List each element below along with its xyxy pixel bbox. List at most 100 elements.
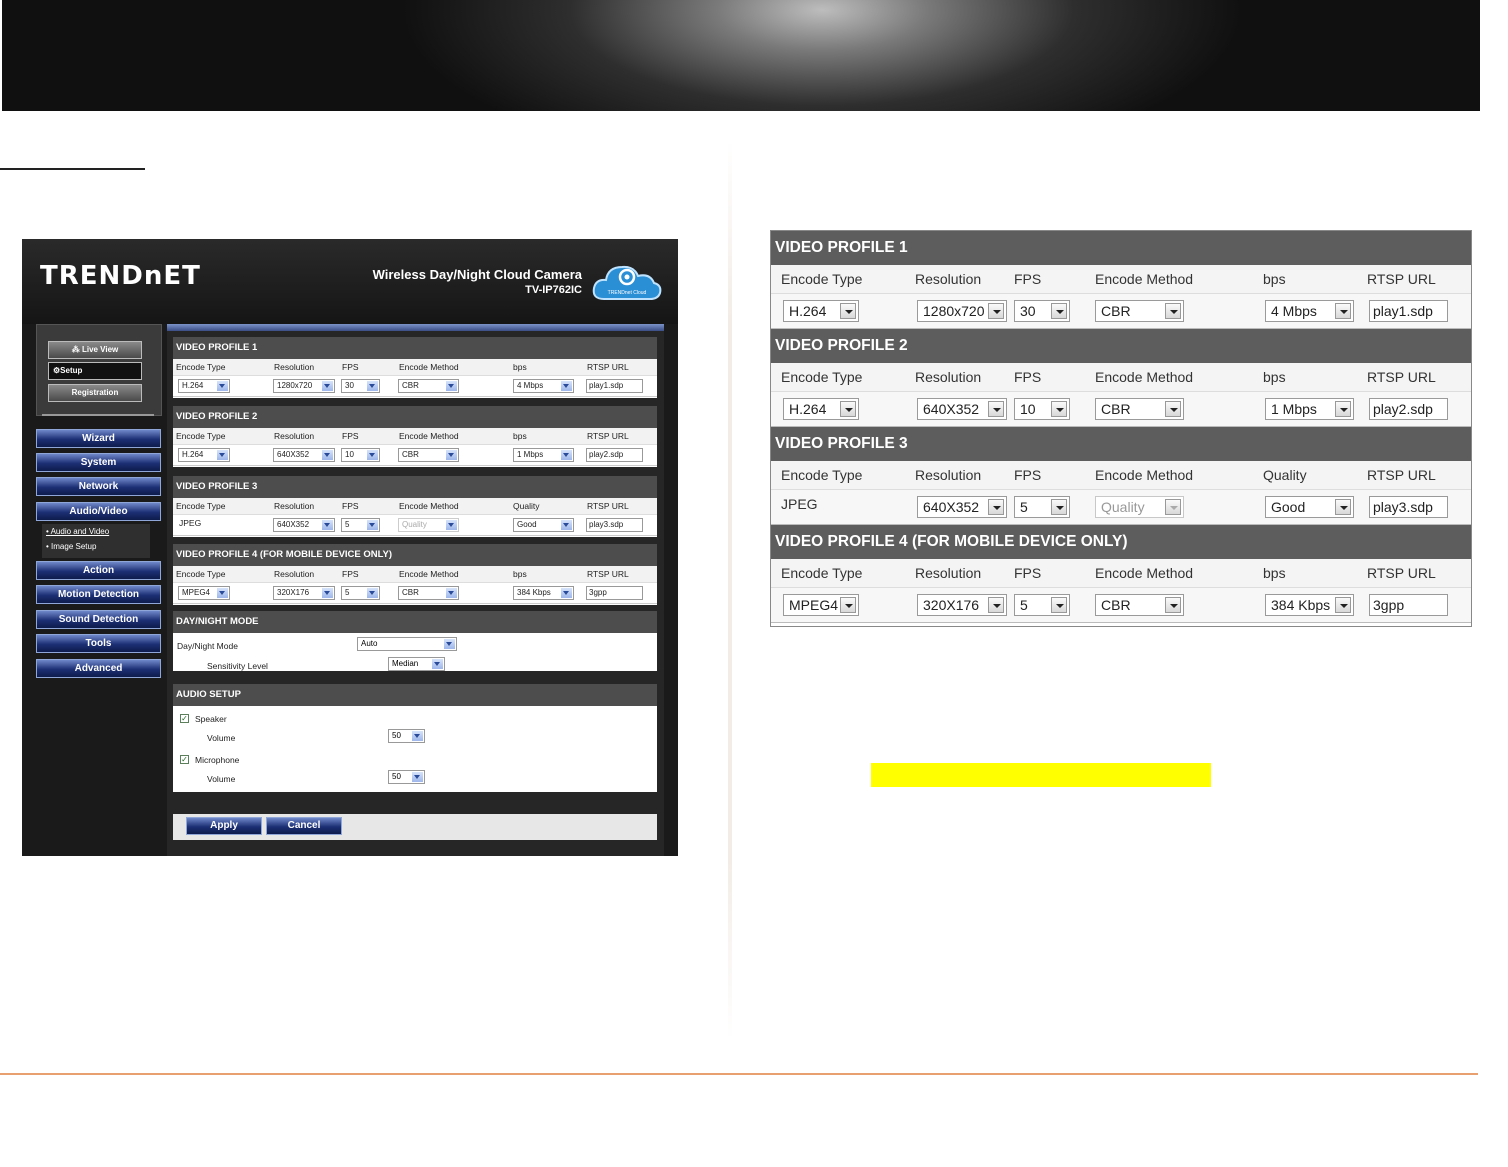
chevron-down-icon — [446, 520, 457, 530]
zoom-profile-1: VIDEO PROFILE 1 Encode Type Resolution FPS E… — [771, 231, 1471, 329]
nav-motion-detection[interactable]: Motion Detection — [36, 585, 161, 604]
nav-advanced[interactable]: Advanced — [36, 659, 161, 678]
resolution-select[interactable]: 1280x720 — [273, 379, 335, 393]
rtsp-url-input[interactable]: 3gpp — [586, 586, 643, 600]
day-night-mode-label: Day/Night Mode — [177, 641, 238, 651]
cancel-button[interactable]: Cancel — [266, 817, 342, 835]
nav-action[interactable]: Action — [36, 561, 161, 580]
encode-method-select[interactable]: CBR — [1095, 398, 1184, 420]
encode-method-select[interactable]: CBR — [398, 586, 459, 600]
profile-title: VIDEO PROFILE 2 — [771, 329, 1471, 363]
column-header: Encode Method — [399, 501, 459, 511]
encode-type-select[interactable]: H.264 — [178, 448, 230, 462]
live-view-button[interactable]: ⁂ Live View — [48, 341, 142, 359]
encode-method-select[interactable]: CBR — [1095, 594, 1184, 616]
resolution-select[interactable]: 640X352 — [917, 398, 1007, 420]
profile-3-section: VIDEO PROFILE 3 Encode Type Resolution FPS E… — [173, 476, 657, 537]
subnav-audio-and-video[interactable]: • Audio and Video — [42, 524, 150, 539]
bitrate-select-value: 1 Mbps — [1271, 401, 1317, 417]
fps-select[interactable]: 10 — [341, 448, 380, 462]
speaker-volume-value: 50 — [392, 731, 401, 740]
fps-select[interactable]: 30 — [1014, 300, 1070, 322]
column-header: Encode Type — [176, 431, 226, 441]
fps-select[interactable]: 30 — [341, 379, 380, 393]
rtsp-url-input[interactable]: play3.sdp — [1369, 496, 1448, 518]
nav-sound-detection[interactable]: Sound Detection — [36, 610, 161, 629]
rtsp-url-input[interactable]: play2.sdp — [1369, 398, 1448, 420]
fps-select[interactable]: 5 — [341, 518, 380, 532]
nav-network[interactable]: Network — [36, 477, 161, 496]
speaker-volume-select[interactable]: 50 — [388, 729, 425, 743]
fps-select[interactable]: 5 — [1014, 496, 1070, 518]
bitrate-select-value: 384 Kbps — [1271, 597, 1331, 613]
profile-values-row: MPEG4 320X176 5 CBR 384 Kbps 3gpp — [771, 588, 1471, 623]
document-page: TRENDnET Wireless Day/Night Cloud Camera… — [0, 0, 1508, 1167]
chevron-down-icon — [1335, 401, 1351, 417]
resolution-select-value: 1280x720 — [923, 303, 985, 319]
bitrate-select[interactable]: 4 Mbps — [513, 379, 574, 393]
profile-values-row: H.264 640X352 10 CBR 1 Mbps play2.sdp — [771, 392, 1471, 427]
microphone-checkbox[interactable]: ✓ — [180, 755, 189, 764]
resolution-select[interactable]: 320X176 — [917, 594, 1007, 616]
product-title: Wireless Day/Night Cloud Camera — [372, 267, 582, 282]
resolution-select[interactable]: 640X352 — [917, 496, 1007, 518]
microphone-volume-select[interactable]: 50 — [388, 770, 425, 784]
quality-select[interactable]: Good — [513, 518, 574, 532]
profile-header-row: Encode Type Resolution FPS Encode Method bps… — [771, 559, 1471, 588]
rtsp-url-input[interactable]: play1.sdp — [1369, 300, 1448, 322]
encode-type-select[interactable]: H.264 — [783, 300, 859, 322]
resolution-select[interactable]: 640X352 — [273, 518, 335, 532]
subnav-audio-and-video-label: Audio and Video — [50, 527, 110, 536]
column-header: Encode Type — [781, 271, 863, 287]
encode-method-select[interactable]: CBR — [398, 379, 459, 393]
column-header: Encode Type — [781, 369, 863, 385]
setup-button[interactable]: ⚙Setup — [48, 362, 142, 380]
speaker-checkbox[interactable]: ✓ — [180, 714, 189, 723]
encode-type-select[interactable]: MPEG4 — [783, 594, 859, 616]
column-header: FPS — [1014, 467, 1042, 483]
bitrate-select[interactable]: 1 Mbps — [1265, 398, 1354, 420]
nav-audio-video[interactable]: Audio/Video — [36, 502, 161, 521]
profile-header-row: Encode Type Resolution FPS Encode Method bps… — [173, 566, 657, 583]
encode-type-select[interactable]: H.264 — [178, 379, 230, 393]
bitrate-select[interactable]: 4 Mbps — [1265, 300, 1354, 322]
fps-select[interactable]: 5 — [1014, 594, 1070, 616]
resolution-select[interactable]: 320X176 — [273, 586, 335, 600]
rtsp-url-input[interactable]: 3gpp — [1369, 594, 1448, 616]
column-header: bps — [513, 431, 527, 441]
profile-header-row: Encode Type Resolution FPS Encode Method bps… — [173, 359, 657, 376]
encode-method-select-value: CBR — [1101, 597, 1131, 613]
chevron-down-icon — [322, 381, 333, 391]
nav-wizard[interactable]: Wizard — [36, 429, 161, 448]
chevron-down-icon — [446, 588, 457, 598]
resolution-select-value: 1280x720 — [277, 381, 313, 390]
resolution-select[interactable]: 1280x720 — [917, 300, 1007, 322]
sensitivity-select[interactable]: Median — [388, 657, 445, 671]
bitrate-select[interactable]: 384 Kbps — [513, 586, 574, 600]
encode-type-select[interactable]: MPEG4 — [178, 586, 230, 600]
day-night-mode-select[interactable]: Auto — [357, 637, 457, 651]
fps-select[interactable]: 5 — [341, 586, 380, 600]
bitrate-select[interactable]: 1 Mbps — [513, 448, 574, 462]
column-header: FPS — [1014, 369, 1042, 385]
profile-title: VIDEO PROFILE 3 — [173, 476, 657, 498]
bitrate-select[interactable]: 384 Kbps — [1265, 594, 1354, 616]
rtsp-url-input[interactable]: play1.sdp — [586, 379, 643, 393]
rtsp-url-input[interactable]: play3.sdp — [586, 518, 643, 532]
sidebar: ⁂ Live View ⚙Setup Registration Wizard S… — [36, 324, 162, 856]
subnav-image-setup[interactable]: • Image Setup — [42, 539, 150, 554]
nav-system[interactable]: System — [36, 453, 161, 472]
quality-select[interactable]: Good — [1265, 496, 1354, 518]
column-header: Encode Method — [1095, 467, 1194, 483]
resolution-select[interactable]: 640X352 — [273, 448, 335, 462]
registration-button[interactable]: Registration — [48, 384, 142, 402]
encode-method-select[interactable]: CBR — [1095, 300, 1184, 322]
fps-select[interactable]: 10 — [1014, 398, 1070, 420]
encode-method-select[interactable]: CBR — [398, 448, 459, 462]
encode-type-select[interactable]: H.264 — [783, 398, 859, 420]
profile-2-section: VIDEO PROFILE 2 Encode Type Resolution FPS E… — [173, 406, 657, 467]
apply-button[interactable]: Apply — [186, 817, 262, 835]
rtsp-url-input[interactable]: play2.sdp — [586, 448, 643, 462]
nav-tools[interactable]: Tools — [36, 634, 161, 653]
chevron-down-icon — [217, 450, 228, 460]
